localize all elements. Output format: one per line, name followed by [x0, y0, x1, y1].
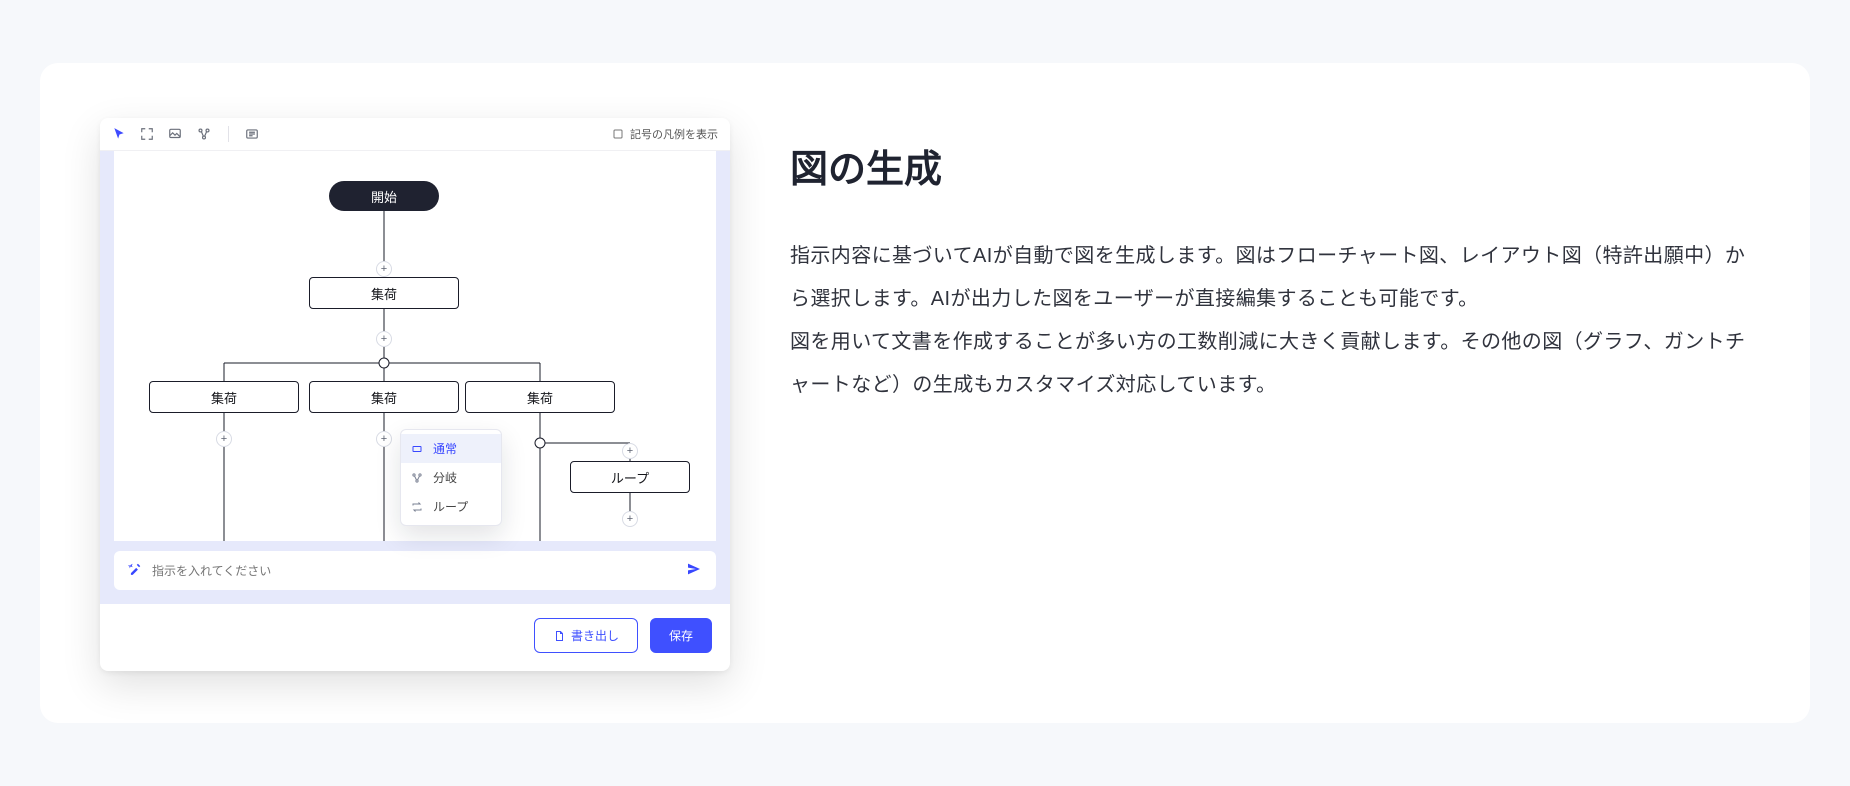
save-button-label: 保存	[669, 627, 693, 644]
dialog-actions: 書き出し 保存	[100, 604, 730, 671]
document-icon	[553, 630, 565, 642]
nodes-icon[interactable]	[196, 127, 212, 141]
node-label: 集荷	[371, 388, 397, 407]
menu-item-normal[interactable]: 通常	[401, 434, 501, 463]
cursor-tool-icon[interactable]	[112, 127, 126, 141]
node-type-menu: 通常 分岐 ループ	[400, 429, 502, 526]
rectangle-icon	[411, 443, 425, 455]
add-node-button[interactable]: +	[622, 443, 638, 459]
magic-wand-icon	[128, 562, 142, 579]
add-node-button[interactable]: +	[216, 431, 232, 447]
flow-node-start[interactable]: 開始	[329, 181, 439, 211]
node-label: 集荷	[527, 388, 553, 407]
feature-paragraph-1: 指示内容に基づいてAIが自動で図を生成します。図はフローチャート図、レイアウト図…	[790, 235, 1750, 321]
send-icon[interactable]	[686, 561, 702, 580]
add-node-button[interactable]: +	[622, 511, 638, 527]
feature-title: 図の生成	[790, 138, 1750, 193]
flow-node-step-1[interactable]: 集荷	[309, 277, 459, 309]
text-block-icon[interactable]	[245, 127, 259, 141]
toolbar-separator	[228, 126, 229, 142]
menu-item-branch[interactable]: 分岐	[401, 463, 501, 492]
diagram-editor-app: 記号の凡例を表示	[100, 118, 730, 671]
diagram-canvas[interactable]: 開始 + 集荷 + 集荷 集荷 集荷 + + +	[100, 151, 730, 541]
node-label: 集荷	[211, 388, 237, 407]
flow-node-branch-3[interactable]: 集荷	[465, 381, 615, 413]
export-button[interactable]: 書き出し	[534, 618, 638, 653]
flow-node-branch-2[interactable]: 集荷	[309, 381, 459, 413]
menu-item-label: ループ	[433, 498, 468, 515]
save-button[interactable]: 保存	[650, 618, 712, 653]
add-node-button[interactable]: +	[376, 431, 392, 447]
prompt-input[interactable]	[152, 564, 676, 578]
legend-toggle[interactable]: 記号の凡例を表示	[612, 126, 718, 142]
feature-paragraph-2: 図を用いて文書を作成することが多い方の工数削減に大きく貢献します。その他の図（グ…	[790, 321, 1750, 407]
prompt-bar	[100, 541, 730, 604]
flow-node-loop[interactable]: ループ	[570, 461, 690, 493]
image-icon[interactable]	[168, 127, 182, 141]
flow-node-branch-1[interactable]: 集荷	[149, 381, 299, 413]
node-label: 集荷	[371, 284, 397, 303]
add-node-button[interactable]: +	[376, 261, 392, 277]
feature-description: 図の生成 指示内容に基づいてAIが自動で図を生成します。図はフローチャート図、レ…	[790, 118, 1750, 407]
feature-card: 記号の凡例を表示	[40, 63, 1810, 723]
editor-toolbar: 記号の凡例を表示	[100, 118, 730, 151]
node-label: ループ	[611, 468, 649, 487]
fit-screen-icon[interactable]	[140, 127, 154, 141]
node-label: 開始	[371, 187, 397, 206]
menu-item-label: 分岐	[433, 469, 457, 486]
legend-toggle-label: 記号の凡例を表示	[630, 126, 718, 142]
branch-icon	[411, 472, 425, 484]
add-node-button[interactable]: +	[376, 331, 392, 347]
loop-icon	[411, 501, 425, 513]
menu-item-label: 通常	[433, 440, 457, 457]
export-button-label: 書き出し	[571, 627, 619, 644]
menu-item-loop[interactable]: ループ	[401, 492, 501, 521]
